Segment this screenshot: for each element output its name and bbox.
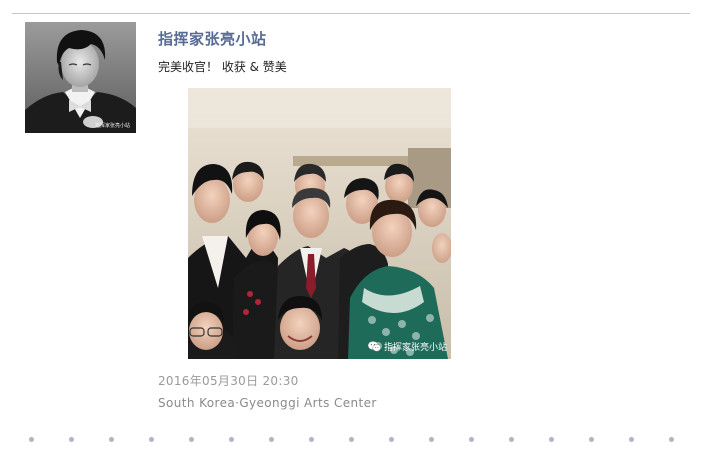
divider-dot bbox=[149, 437, 154, 442]
top-divider bbox=[12, 13, 690, 14]
photo-watermark-text: 指挥家张亮小站 bbox=[384, 342, 448, 353]
divider-dot bbox=[549, 437, 554, 442]
divider-dot bbox=[29, 437, 34, 442]
divider-dot bbox=[229, 437, 234, 442]
divider-dot bbox=[509, 437, 514, 442]
divider-dot bbox=[109, 437, 114, 442]
divider-dot bbox=[69, 437, 74, 442]
post-timestamp: 2016年05月30日 20:30 bbox=[158, 374, 299, 388]
post-location-link[interactable]: South Korea·Gyeonggi Arts Center bbox=[158, 396, 377, 410]
divider-dot bbox=[589, 437, 594, 442]
photo-watermark: 指挥家张亮小站 bbox=[368, 339, 447, 353]
dotted-divider bbox=[0, 434, 702, 444]
divider-dot bbox=[669, 437, 674, 442]
avatar-watermark: 指挥家张亮小站 bbox=[94, 123, 130, 129]
group-photo bbox=[188, 88, 451, 359]
post-photo[interactable]: 指挥家张亮小站 bbox=[188, 88, 451, 359]
divider-dot bbox=[189, 437, 194, 442]
post-text: 完美收官！ 收获 & 赞美 bbox=[158, 60, 287, 74]
divider-dot bbox=[629, 437, 634, 442]
avatar-portrait bbox=[25, 22, 136, 133]
divider-dot bbox=[349, 437, 354, 442]
divider-dot bbox=[389, 437, 394, 442]
author-name-link[interactable]: 指挥家张亮小站 bbox=[158, 28, 267, 49]
divider-dot bbox=[469, 437, 474, 442]
divider-dot bbox=[269, 437, 274, 442]
wechat-icon bbox=[368, 341, 381, 351]
divider-dot bbox=[309, 437, 314, 442]
divider-dot bbox=[429, 437, 434, 442]
avatar[interactable]: 指挥家张亮小站 bbox=[25, 22, 136, 133]
